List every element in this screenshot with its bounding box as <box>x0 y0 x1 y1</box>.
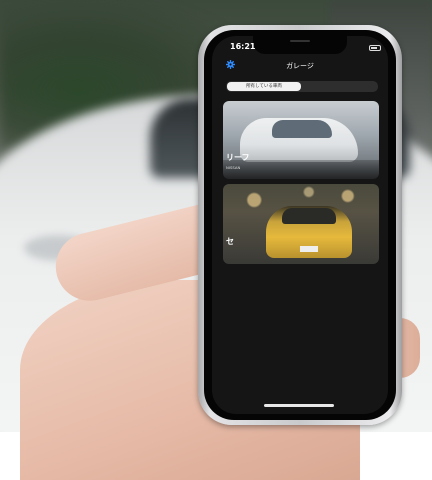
car-1-photo-window <box>272 120 332 138</box>
car-2-photo-window <box>282 208 336 224</box>
phone-speaker <box>290 40 310 42</box>
home-indicator[interactable] <box>264 404 334 407</box>
segment-owned-vehicles[interactable]: 所有している車両 <box>227 82 301 91</box>
nav-title: ガレージ <box>286 62 314 70</box>
status-time: 16:21 <box>230 42 256 51</box>
car-1-name: リーフ <box>226 153 250 162</box>
battery-icon <box>369 45 381 51</box>
car-2-name: セ <box>226 237 234 246</box>
phone-notch <box>253 36 347 54</box>
car-1-maker: NISSAN <box>226 165 241 170</box>
car-2-photo-plate <box>300 246 318 252</box>
segment-second-tab[interactable] <box>303 82 377 91</box>
gear-icon[interactable] <box>226 60 235 69</box>
